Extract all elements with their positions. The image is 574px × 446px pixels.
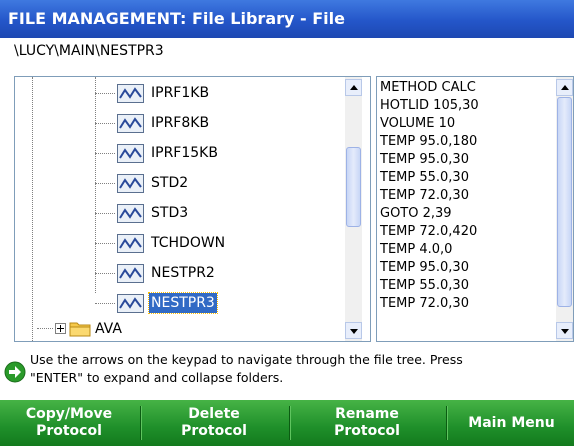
protocol-file-icon [117, 204, 144, 223]
file-tree[interactable]: IPRF1KB IPRF8KB IPRF15KB STD2 STD3 TCHDO… [14, 76, 371, 342]
protocol-file-icon [117, 144, 144, 163]
protocol-line: TEMP 72.0,30 [380, 296, 469, 311]
scroll-thumb[interactable] [557, 97, 572, 307]
tree-item-label: TCHDOWN [151, 235, 226, 251]
button-label: Protocol [181, 423, 247, 439]
protocol-line: HOTLID 105,30 [380, 98, 479, 113]
tree-item[interactable]: IPRF8KB [15, 109, 345, 139]
protocol-contents[interactable]: METHOD CALC HOTLID 105,30 VOLUME 10 TEMP… [376, 76, 574, 342]
tree-item-label: STD3 [151, 205, 189, 221]
protocol-line: TEMP 95.0,30 [380, 152, 469, 167]
help-text-line2: "ENTER" to expand and collapse folders. [30, 370, 284, 385]
button-label: Delete [188, 406, 240, 422]
protocol-line: GOTO 2,39 [380, 206, 452, 221]
copy-move-protocol-button[interactable]: Copy/Move Protocol [0, 400, 138, 446]
scroll-up-icon[interactable] [345, 79, 362, 96]
protocol-file-icon [117, 264, 144, 283]
tree-item[interactable]: STD2 [15, 169, 345, 199]
protocol-file-icon [117, 294, 144, 313]
protocol-file-icon [117, 84, 144, 103]
button-label: Rename [335, 406, 399, 422]
green-arrow-icon [4, 361, 26, 383]
button-label: Copy/Move [25, 406, 113, 422]
protocol-line: METHOD CALC [380, 80, 476, 95]
scroll-down-icon[interactable] [556, 322, 573, 339]
protocol-line: VOLUME 10 [380, 116, 456, 131]
folder-icon [69, 322, 91, 337]
tree-item-label: IPRF1KB [151, 85, 210, 101]
button-label: Protocol [334, 423, 400, 439]
rename-protocol-button[interactable]: Rename Protocol [292, 400, 442, 446]
protocol-line: TEMP 55.0,30 [380, 278, 469, 293]
expand-icon[interactable] [55, 323, 66, 334]
softkey-bar: Copy/Move Protocol Delete Protocol Rename P… [0, 400, 574, 446]
tree-item-label: IPRF15KB [151, 145, 218, 161]
help-text-line1: Use the arrows on the keypad to navigate… [30, 352, 463, 367]
protocol-file-icon [117, 114, 144, 133]
tree-item[interactable]: TCHDOWN [15, 229, 345, 259]
protocol-line: TEMP 72.0,30 [380, 188, 469, 203]
scroll-thumb[interactable] [346, 147, 361, 227]
tree-item[interactable]: IPRF15KB [15, 139, 345, 169]
tree-folder-label: AVA [95, 321, 122, 337]
protocol-line: TEMP 95.0,30 [380, 260, 469, 275]
protocol-file-icon [117, 234, 144, 253]
window-title: FILE MANAGEMENT: File Library - File [0, 0, 574, 38]
scroll-down-icon[interactable] [345, 322, 362, 339]
delete-protocol-button[interactable]: Delete Protocol [143, 400, 285, 446]
button-label: Protocol [36, 423, 102, 439]
help-message: Use the arrows on the keypad to navigate… [0, 348, 574, 392]
tree-item-label: NESTPR3 [148, 292, 218, 314]
tree-item[interactable]: NESTPR2 [15, 259, 345, 289]
main-menu-button[interactable]: Main Menu [449, 400, 574, 446]
protocol-line: TEMP 72.0,420 [380, 224, 478, 239]
protocol-line: TEMP 55.0,30 [380, 170, 469, 185]
current-path: \LUCY\MAIN\NESTPR3 [14, 43, 164, 59]
protocol-line: TEMP 4.0,0 [380, 242, 453, 257]
tree-item-label: IPRF8KB [151, 115, 210, 131]
button-label: Main Menu [468, 414, 555, 431]
scroll-up-icon[interactable] [556, 79, 573, 96]
protocol-scrollbar[interactable] [556, 77, 573, 341]
divider [446, 406, 448, 440]
tree-scrollbar[interactable] [345, 77, 362, 341]
tree-item[interactable]: IPRF1KB [15, 79, 345, 109]
protocol-file-icon [117, 174, 144, 193]
protocol-line: TEMP 95.0,180 [380, 134, 478, 149]
tree-folder[interactable]: AVA [15, 317, 345, 341]
divider [289, 406, 291, 440]
tree-item[interactable]: STD3 [15, 199, 345, 229]
tree-item-label: STD2 [151, 175, 189, 191]
divider [140, 406, 142, 440]
tree-item-selected[interactable]: NESTPR3 [15, 289, 345, 319]
tree-item-label: NESTPR2 [151, 265, 215, 281]
